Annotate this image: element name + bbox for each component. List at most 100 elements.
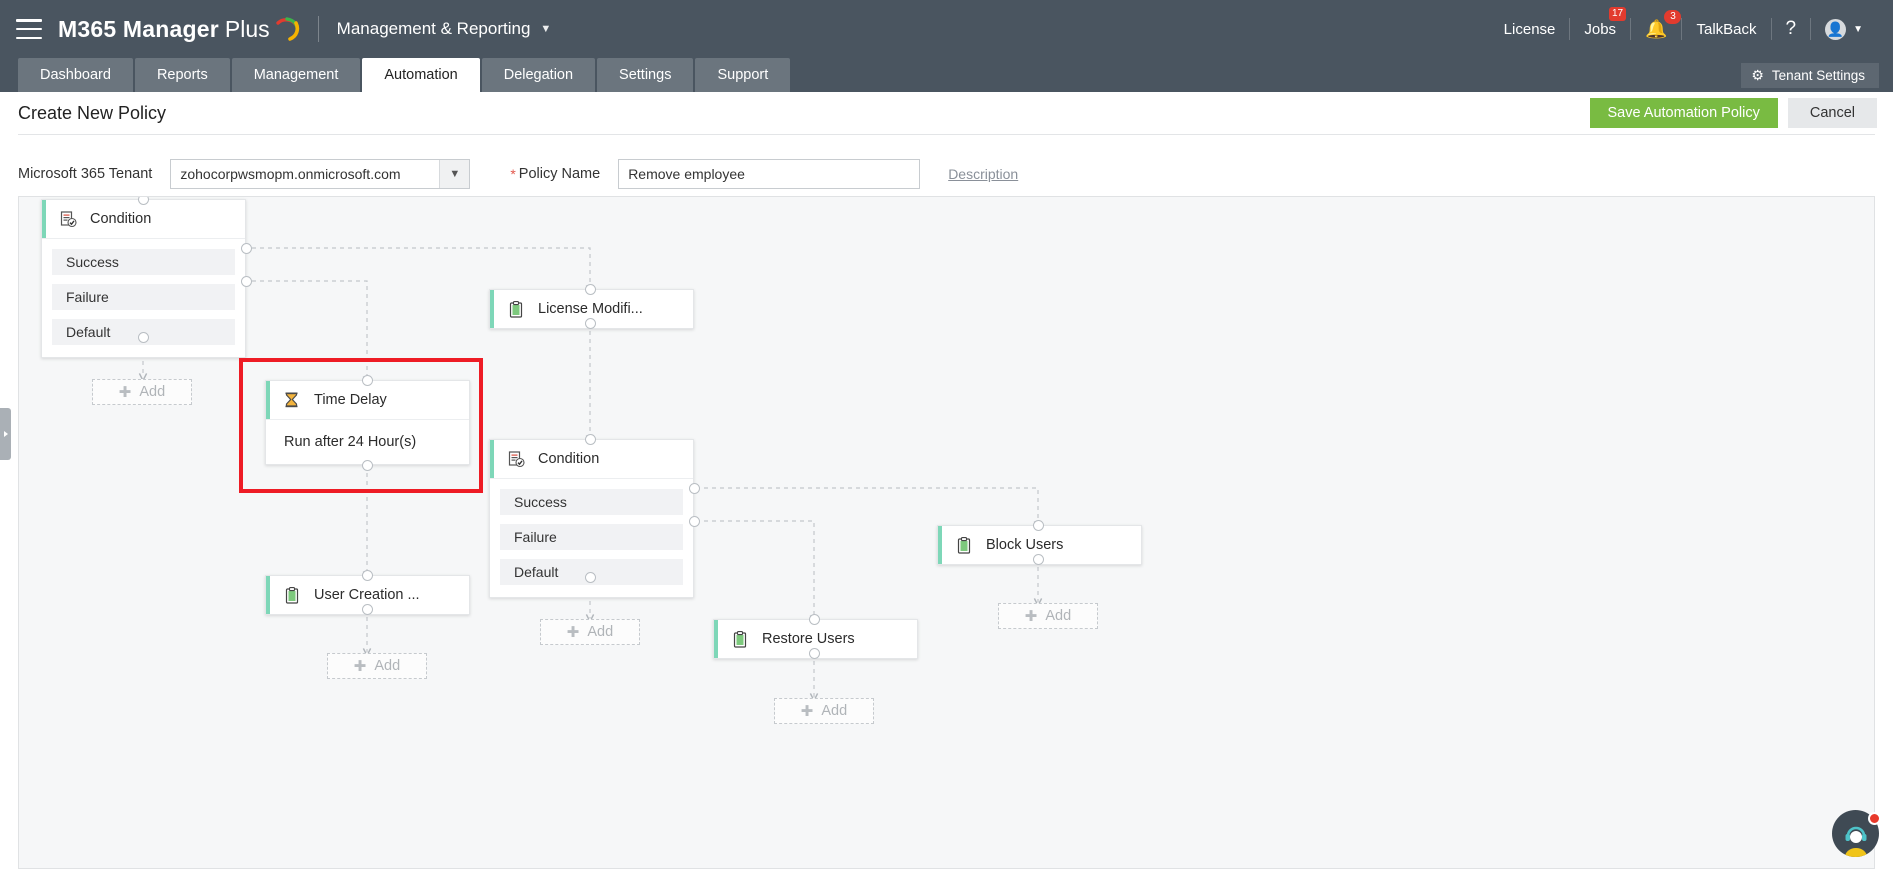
port-bottom-condition-2[interactable] <box>585 572 596 583</box>
gear-icon: ⚙ <box>1751 67 1764 83</box>
branch-failure[interactable]: Failure <box>500 524 683 550</box>
plus-icon: ✚ <box>1024 607 1038 625</box>
page-toolbar-actions: Save Automation Policy Cancel <box>1589 98 1893 128</box>
port-top-restore-users[interactable] <box>809 614 820 625</box>
notifications-button[interactable]: 🔔 3 <box>1631 10 1682 42</box>
node-header: Time Delay <box>266 381 469 419</box>
mode-selector[interactable]: Management & Reporting ▼ <box>337 19 552 39</box>
node-accent-bar <box>266 381 270 419</box>
node-time-delay[interactable]: Time Delay Run after 24 Hour(s) <box>265 380 470 465</box>
add-label: Add <box>139 384 166 400</box>
policy-name-label: Policy Name <box>518 166 601 182</box>
tab-delegation[interactable]: Delegation <box>481 58 596 92</box>
page-toolbar: Create New Policy Save Automation Policy… <box>0 92 1893 134</box>
add-step-button-under-restore-users[interactable]: ✚ Add <box>774 698 874 724</box>
clipboard-icon <box>284 586 304 604</box>
user-avatar-icon: 👤 <box>1825 18 1847 40</box>
port-bottom-block-users[interactable] <box>1033 554 1044 565</box>
cancel-button[interactable]: Cancel <box>1787 98 1877 128</box>
node-title: Condition <box>538 451 600 467</box>
port-top-user-creation[interactable] <box>362 570 373 581</box>
plus-icon: ✚ <box>800 702 814 720</box>
add-step-button-under-condition-1[interactable]: ✚ Add <box>92 379 192 405</box>
port-top-license-modification[interactable] <box>585 284 596 295</box>
add-step-button-under-condition-2[interactable]: ✚ Add <box>540 619 640 645</box>
header-actions: License Jobs 17 🔔 3 TalkBack ? 👤 ▼ <box>1490 0 1893 58</box>
port-success-condition-2[interactable] <box>689 483 700 494</box>
port-bottom-condition-1[interactable] <box>138 332 149 343</box>
application-root: M365 Manager Plus Management & Reporting… <box>0 0 1893 869</box>
policy-name-input[interactable] <box>618 159 921 189</box>
help-button[interactable]: ? <box>1772 16 1811 42</box>
node-accent-bar <box>490 290 494 328</box>
chevron-right-icon <box>3 431 8 437</box>
tenant-select[interactable]: zohocorpwsmopm.onmicrosoft.com ▼ <box>170 159 471 189</box>
hamburger-menu-icon[interactable] <box>16 19 42 39</box>
chat-notification-dot <box>1868 812 1881 825</box>
port-failure-condition-2[interactable] <box>689 516 700 527</box>
tab-management[interactable]: Management <box>231 58 361 92</box>
clipboard-icon <box>956 536 976 554</box>
node-accent-bar <box>938 526 942 564</box>
plus-icon: ✚ <box>118 383 132 401</box>
policy-form-row: Microsoft 365 Tenant zohocorpwsmopm.onmi… <box>0 152 1893 196</box>
flow-diagram: Condition Success Failure Default ✚ Add <box>19 197 1874 868</box>
tab-reports[interactable]: Reports <box>134 58 230 92</box>
node-accent-bar <box>490 440 494 478</box>
port-bottom-time-delay[interactable] <box>362 460 373 471</box>
jobs-count-badge: 17 <box>1609 7 1627 21</box>
add-label: Add <box>374 658 401 674</box>
header-divider <box>317 16 319 42</box>
save-automation-policy-button[interactable]: Save Automation Policy <box>1589 98 1778 128</box>
brand-name-bold: M365 Manager <box>58 15 219 42</box>
user-account-menu[interactable]: 👤 ▼ <box>1811 16 1877 42</box>
port-failure-condition-1[interactable] <box>241 276 252 287</box>
left-panel-expand-handle[interactable] <box>0 408 11 460</box>
tab-automation[interactable]: Automation <box>362 58 480 92</box>
port-success-condition-1[interactable] <box>241 243 252 254</box>
port-bottom-license-modification[interactable] <box>585 318 596 329</box>
branch-failure[interactable]: Failure <box>52 284 235 310</box>
tab-support[interactable]: Support <box>695 58 791 92</box>
time-delay-detail: Run after 24 Hour(s) <box>284 434 417 450</box>
port-top-block-users[interactable] <box>1033 520 1044 531</box>
tenant-settings-button[interactable]: ⚙ Tenant Settings <box>1741 63 1879 88</box>
jobs-label: Jobs <box>1584 20 1617 38</box>
condition-icon <box>508 450 528 468</box>
tab-label: Settings <box>619 67 672 83</box>
required-asterisk: * <box>510 166 516 182</box>
automation-flow-canvas[interactable]: Condition Success Failure Default ✚ Add <box>18 196 1875 869</box>
tab-label: Management <box>253 67 339 83</box>
jobs-link[interactable]: Jobs 17 <box>1570 7 1630 42</box>
license-link[interactable]: License <box>1490 16 1570 42</box>
bell-icon: 🔔 <box>1645 18 1668 39</box>
tab-settings[interactable]: Settings <box>597 58 694 92</box>
node-header: Condition <box>490 440 693 478</box>
tab-label: Reports <box>156 67 208 83</box>
branch-success[interactable]: Success <box>52 249 235 275</box>
port-bottom-user-creation[interactable] <box>362 604 373 615</box>
add-label: Add <box>587 624 614 640</box>
port-top-time-delay[interactable] <box>362 375 373 386</box>
tenant-settings-label: Tenant Settings <box>1771 68 1865 83</box>
page-title: Create New Policy <box>18 102 167 123</box>
top-header: M365 Manager Plus Management & Reporting… <box>0 0 1893 58</box>
tab-list: Dashboard Reports Management Automation … <box>18 58 1893 92</box>
add-step-button-under-block-users[interactable]: ✚ Add <box>998 603 1098 629</box>
description-link[interactable]: Description <box>948 166 1018 182</box>
product-logo: M365 Manager Plus <box>58 16 300 43</box>
port-bottom-restore-users[interactable] <box>809 648 820 659</box>
chevron-down-icon: ▼ <box>439 160 470 188</box>
chevron-down-icon: ▼ <box>540 23 552 35</box>
node-title: License Modifi... <box>538 301 643 317</box>
talkback-link[interactable]: TalkBack <box>1682 16 1770 42</box>
add-label: Add <box>1045 608 1072 624</box>
branch-success[interactable]: Success <box>500 489 683 515</box>
toolbar-divider <box>18 134 1875 135</box>
add-step-button-under-user-creation[interactable]: ✚ Add <box>327 653 427 679</box>
tab-dashboard[interactable]: Dashboard <box>18 58 133 92</box>
logo-swoosh-icon <box>274 16 300 42</box>
plus-icon: ✚ <box>566 623 580 641</box>
port-top-condition-2[interactable] <box>585 434 596 445</box>
clipboard-icon <box>508 300 528 318</box>
